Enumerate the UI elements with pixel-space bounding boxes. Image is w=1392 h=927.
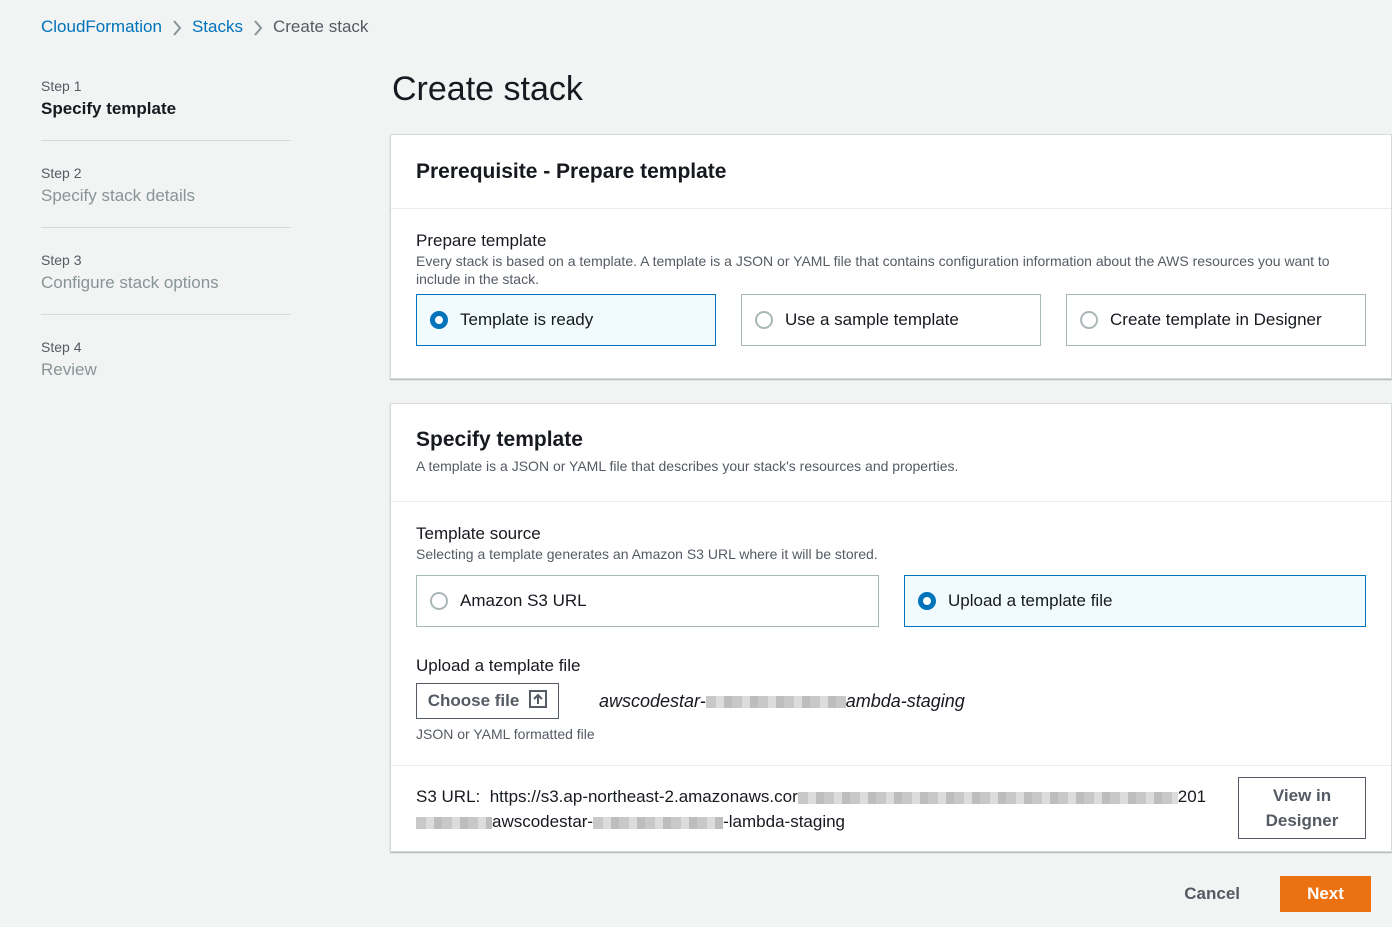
prepare-template-options: Template is ready Use a sample template … — [416, 294, 1366, 346]
upload-file-field: Upload a template file Choose file awsco… — [416, 655, 1366, 743]
step-number: Step 2 — [41, 165, 82, 181]
s3-url-mid: 201 — [1177, 787, 1207, 806]
radio-unselected-icon — [1080, 311, 1098, 329]
panel-title: Prerequisite - Prepare template — [416, 159, 727, 183]
s3-url-line2-a: awscodestar- — [492, 812, 594, 831]
prepare-template-field: Prepare template Every stack is based on… — [416, 230, 1366, 346]
breadcrumb-cloudformation[interactable]: CloudFormation — [41, 17, 162, 37]
option-sample-template[interactable]: Use a sample template — [741, 294, 1041, 346]
breadcrumb: CloudFormation Stacks Create stack — [41, 17, 368, 37]
choose-file-button[interactable]: Choose file — [416, 683, 559, 719]
panel-header: Prerequisite - Prepare template — [391, 135, 1391, 209]
s3-url-prefix: https://s3.ap-northeast-2.amazonaws.cor — [489, 787, 798, 806]
redacted-text — [797, 791, 1178, 804]
option-s3-url[interactable]: Amazon S3 URL — [416, 575, 879, 627]
option-label: Use a sample template — [785, 310, 959, 329]
file-name-prefix: awscodestar- — [599, 690, 706, 711]
file-name-suffix: ambda-staging — [845, 690, 965, 711]
s3-url-text: S3 URL: https://s3.ap-northeast-2.amazon… — [416, 784, 1226, 834]
step-1: Step 1 Specify template — [41, 76, 291, 141]
s3-url-row: S3 URL: https://s3.ap-northeast-2.amazon… — [391, 765, 1391, 851]
choose-file-label: Choose file — [427, 691, 520, 710]
option-label: Template is ready — [460, 310, 594, 329]
radio-unselected-icon — [755, 311, 773, 329]
page-title: Create stack — [392, 70, 583, 108]
radio-selected-icon — [430, 311, 448, 329]
step-title: Review — [41, 360, 97, 379]
panel-title: Specify template — [416, 428, 583, 451]
chevron-right-icon — [243, 17, 273, 37]
step-number: Step 4 — [41, 339, 82, 355]
option-template-ready[interactable]: Template is ready — [416, 294, 716, 346]
breadcrumb-current: Create stack — [272, 17, 369, 36]
chevron-right-icon — [162, 17, 192, 37]
radio-selected-icon — [918, 592, 936, 610]
specify-template-panel: Specify template A template is a JSON or… — [390, 403, 1392, 852]
view-in-designer-button[interactable]: View in Designer — [1238, 777, 1366, 839]
next-button[interactable]: Next — [1280, 876, 1371, 912]
wizard-footer: Cancel Next — [1184, 876, 1371, 912]
selected-file-name: awscodestar-ambda-staging — [599, 691, 965, 712]
template-source-field: Template source Selecting a template gen… — [416, 523, 1366, 627]
step-2: Step 2 Specify stack details — [41, 163, 291, 228]
upload-hint: JSON or YAML formatted file — [416, 726, 595, 742]
step-title: Specify template — [41, 99, 177, 118]
upload-icon — [529, 689, 548, 713]
field-label: Template source — [416, 524, 541, 543]
field-description: Every stack is based on a template. A te… — [416, 253, 1330, 287]
radio-unselected-icon — [430, 592, 448, 610]
field-label: Prepare template — [416, 231, 547, 250]
template-source-options: Amazon S3 URL Upload a template file — [416, 575, 1366, 627]
field-description: Selecting a template generates an Amazon… — [416, 546, 878, 562]
redacted-text — [416, 816, 492, 829]
step-4: Step 4 Review — [41, 337, 291, 401]
step-title: Configure stack options — [41, 273, 219, 292]
cancel-button[interactable]: Cancel — [1184, 884, 1240, 904]
option-label: Amazon S3 URL — [460, 591, 587, 610]
panel-description: A template is a JSON or YAML file that d… — [416, 458, 959, 474]
upload-row: Choose file awscodestar-ambda-staging — [416, 683, 1366, 719]
prerequisite-panel: Prerequisite - Prepare template Prepare … — [390, 134, 1392, 379]
redacted-text — [593, 816, 724, 829]
breadcrumb-stacks[interactable]: Stacks — [192, 17, 243, 37]
redacted-text — [705, 695, 846, 708]
step-number: Step 1 — [41, 78, 82, 94]
option-designer[interactable]: Create template in Designer — [1066, 294, 1366, 346]
option-upload-file[interactable]: Upload a template file — [904, 575, 1366, 627]
s3-url-label: S3 URL: — [416, 787, 481, 806]
wizard-steps: Step 1 Specify template Step 2 Specify s… — [41, 76, 291, 423]
panel-header: Specify template A template is a JSON or… — [391, 404, 1391, 502]
option-label: Upload a template file — [948, 591, 1113, 610]
step-3: Step 3 Configure stack options — [41, 250, 291, 315]
s3-url-line2-b: -lambda-staging — [723, 812, 846, 831]
field-label: Upload a template file — [416, 656, 581, 675]
step-title: Specify stack details — [41, 186, 196, 205]
option-label: Create template in Designer — [1110, 310, 1322, 329]
step-number: Step 3 — [41, 252, 82, 268]
